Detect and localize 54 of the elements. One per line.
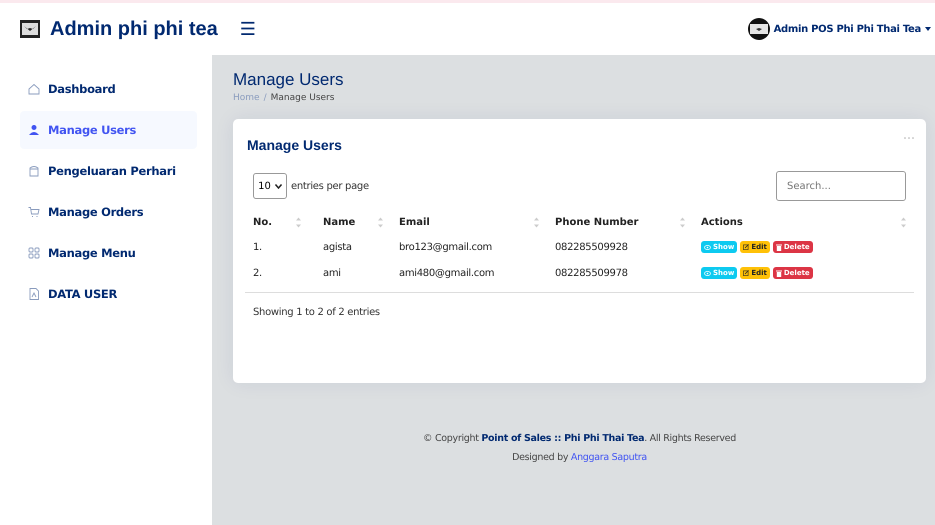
column-header[interactable]: No. xyxy=(253,217,272,228)
trash-icon[interactable] xyxy=(776,270,782,276)
eye-icon[interactable] xyxy=(704,244,711,250)
search-field[interactable]: Search... xyxy=(776,171,906,201)
column-header[interactable]: Phone Number xyxy=(555,217,638,228)
breadcrumb-separator: / xyxy=(264,93,267,103)
card-title: Manage Users xyxy=(247,137,342,153)
caret-icon[interactable] xyxy=(925,27,931,31)
sort-icon[interactable] xyxy=(680,217,685,228)
sidebar-item[interactable]: Manage Orders xyxy=(20,193,197,231)
avatar-icon[interactable] xyxy=(748,18,770,40)
column-header[interactable]: Email xyxy=(399,217,430,228)
logo-icon xyxy=(20,20,40,38)
brand-title[interactable]: Admin phi phi tea xyxy=(50,18,218,40)
table-cell: 2. xyxy=(245,260,309,292)
sidebar-item[interactable]: Dashboard xyxy=(20,70,197,108)
document-icon xyxy=(28,288,40,300)
page-title: Manage Users xyxy=(233,70,345,90)
credit-text: Designed by xyxy=(512,452,568,463)
user-name[interactable]: Admin POS Phi Phi Thai Tea xyxy=(774,24,921,34)
table-cell: 082285509978 xyxy=(547,260,693,292)
person-icon xyxy=(28,124,40,136)
author-link[interactable]: Anggara Saputra xyxy=(570,452,647,463)
copyright-text: © Copyright Point of Sales :: Phi Phi Thai Tea. All Rights Reserved xyxy=(422,433,737,444)
cup-icon xyxy=(28,165,40,177)
sort-icon[interactable] xyxy=(378,217,383,228)
per-page-label: entries per page xyxy=(291,180,369,192)
house-icon xyxy=(28,83,40,95)
table-cell-text: bro123@gmail.com xyxy=(398,240,493,254)
eye-icon[interactable] xyxy=(704,270,711,276)
sidebar-item[interactable]: Manage Menu xyxy=(20,234,197,272)
current-page-label: Manage Users xyxy=(270,93,334,103)
sidebar-item[interactable]: Pengeluaran Perhari xyxy=(20,152,197,190)
cart-icon xyxy=(28,206,40,218)
pencil-icon[interactable] xyxy=(743,244,750,250)
sidebar-item[interactable]: DATA USER xyxy=(20,275,197,313)
sidebar-item[interactable]: Manage Users xyxy=(20,111,197,149)
column-header[interactable]: Name xyxy=(317,217,356,228)
table-cell-text: 1. xyxy=(252,240,263,254)
grid-icon xyxy=(28,247,40,259)
table-cell: ami xyxy=(309,260,391,292)
table-info: Showing 1 to 2 of 2 entries xyxy=(253,307,381,318)
table-cell: ami480@gmail.com xyxy=(391,260,547,292)
trash-icon[interactable] xyxy=(776,244,782,250)
sort-icon[interactable] xyxy=(534,217,539,228)
chevron-down-icon[interactable] xyxy=(274,184,282,188)
sort-icon[interactable] xyxy=(901,217,906,228)
table-cell-text: agista xyxy=(322,240,353,254)
table-cell-text: 082285509928 xyxy=(554,240,629,254)
menu-toggle-button[interactable]: ☰ xyxy=(240,18,256,40)
pencil-icon[interactable] xyxy=(743,270,750,276)
column-header[interactable]: Actions xyxy=(701,217,743,228)
sort-icon[interactable] xyxy=(296,217,301,228)
per-page-select[interactable]: 10 xyxy=(253,173,287,199)
